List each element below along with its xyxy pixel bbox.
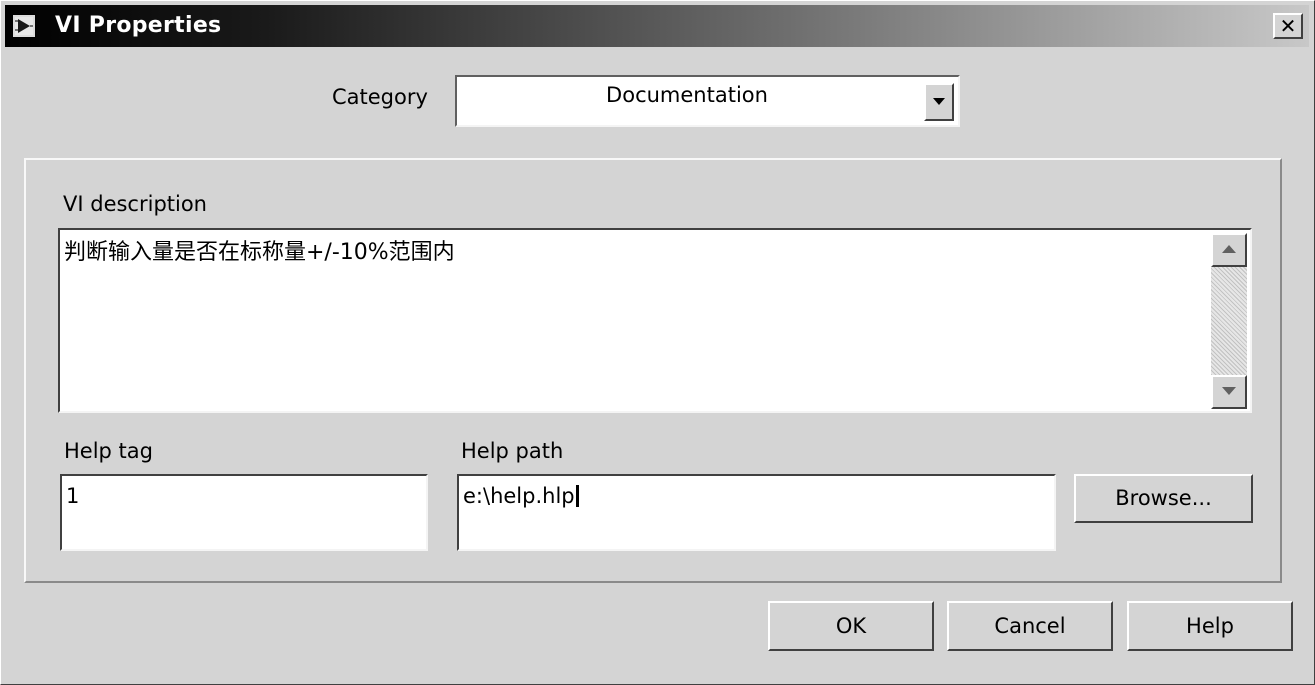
close-button[interactable]: ✕ [1273,13,1303,39]
cancel-button[interactable]: Cancel [947,601,1113,651]
ok-button[interactable]: OK [768,601,934,651]
chevron-down-icon [933,98,945,105]
help-path-label: Help path [461,439,564,463]
app-icon [12,14,36,38]
scroll-down-button[interactable] [1211,375,1247,409]
category-value: Documentation [606,83,768,107]
help-tag-field[interactable]: 1 [60,474,428,551]
category-label: Category [332,85,428,109]
vi-description-label: VI description [63,192,207,216]
category-dropdown[interactable]: Documentation [455,75,960,127]
text-cursor [575,485,579,507]
browse-button[interactable]: Browse... [1074,474,1253,523]
vertical-scrollbar[interactable] [1211,233,1247,409]
vi-properties-dialog: VI Properties ✕ Category Documentation V… [0,0,1315,685]
help-tag-value: 1 [66,484,80,508]
arrow-up-icon [1222,245,1236,253]
close-icon: ✕ [1279,14,1297,38]
help-path-field[interactable]: e:\help.hlp [457,474,1056,551]
help-path-value: e:\help.hlp [463,484,575,508]
window-title: VI Properties [55,13,222,38]
scroll-up-button[interactable] [1211,233,1247,267]
dropdown-button[interactable] [924,83,954,121]
help-tag-label: Help tag [64,439,153,463]
title-bar[interactable]: VI Properties ✕ [5,5,1309,47]
help-button[interactable]: Help [1127,601,1293,651]
vi-description-text: 判断输入量是否在标称量+/-10%范围内 [64,240,455,265]
arrow-down-icon [1222,387,1236,395]
vi-description-textarea[interactable]: 判断输入量是否在标称量+/-10%范围内 [58,228,1252,413]
